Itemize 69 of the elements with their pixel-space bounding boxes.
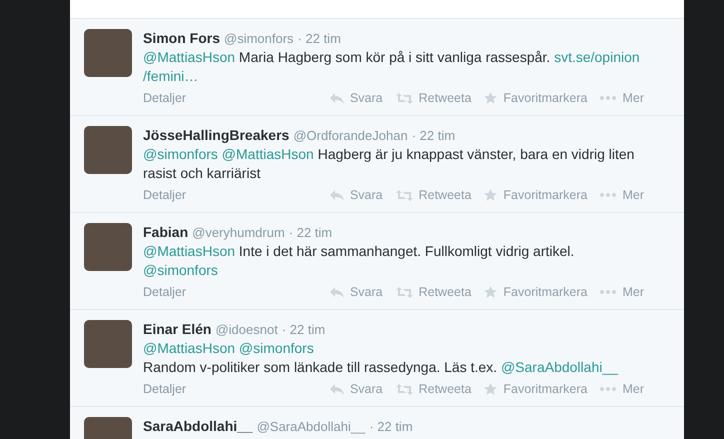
details-link[interactable]: Detaljer — [143, 282, 186, 302]
dots-icon — [600, 290, 616, 294]
mention-link[interactable]: @MattiasHson — [143, 49, 236, 65]
favorite-button[interactable]: Favoritmarkera — [484, 282, 588, 302]
reply-button[interactable]: Svara — [330, 186, 383, 204]
dots-icon — [600, 193, 616, 197]
tweet-time[interactable]: · 22 tim — [298, 29, 341, 48]
dots-icon — [600, 96, 616, 100]
mention-link[interactable]: @MattiasHson — [143, 243, 236, 259]
mention-link[interactable]: @simonfors — [238, 340, 314, 356]
star-icon — [484, 383, 498, 395]
reply-button[interactable]: Svara — [330, 88, 383, 108]
tweet-text: @MattiasHson Inte i det här sammanhanget. Fullkomligt vidrig artikel. @simonfors — [143, 242, 576, 280]
details-link[interactable]: Detaljer — [143, 186, 186, 204]
tweet-time[interactable]: · 22 tim — [369, 417, 413, 436]
star-icon — [484, 92, 498, 104]
user-handle: @veryhumdrum — [192, 224, 285, 242]
more-button[interactable]: Mer — [600, 186, 644, 204]
user-handle: @simonfors — [224, 30, 294, 48]
more-button[interactable]: Mer — [600, 88, 644, 108]
avatar-photo-placeholder[interactable] — [84, 320, 132, 368]
user-handle: @OrdforandeJohan — [293, 127, 408, 145]
user-name: Fabian — [143, 223, 188, 242]
reply-arrow-icon — [330, 286, 344, 298]
url-link[interactable]: /femini… — [143, 68, 198, 84]
retweet-button[interactable]: Retweeta — [396, 282, 472, 302]
details-link[interactable]: Detaljer — [143, 380, 186, 398]
user-name: SaraAbdollahi__ — [143, 417, 253, 436]
tweet-time[interactable]: · 22 tim — [282, 320, 326, 339]
retweet-arrows-icon — [396, 286, 413, 298]
avatar-photo-placeholder[interactable] — [84, 223, 132, 271]
mention-link[interactable]: @simonfors — [143, 146, 218, 162]
tweet-time[interactable]: · 22 tim — [288, 223, 332, 242]
reply-arrow-icon — [330, 190, 344, 200]
mention-link[interactable]: @simonfors — [143, 262, 218, 278]
user-handle: @SaraAbdollahi__ — [256, 418, 366, 436]
dots-icon — [600, 387, 616, 391]
reply-button[interactable]: Svara — [330, 380, 383, 398]
tweet-text: @simonfors @MattiasHson Hagberg är ju knappast vänster, bara en vidrig liten rasist och karriärist — [143, 145, 636, 183]
tweet-text: @MattiasHson Maria Hagberg som kör på i sitt vanliga rassespår. svt.se/opinion /femini… — [143, 48, 641, 86]
tweet-text: @MattiasHson @simonfors Random v-politiker som länkade till rassedynga. Läs t.ex. @SaraAbdollahi__ — [143, 339, 619, 377]
more-button[interactable]: Mer — [600, 282, 644, 302]
favorite-button[interactable]: Favoritmarkera — [484, 380, 588, 398]
user-name: Simon Fors — [143, 29, 220, 48]
mention-link[interactable]: @MattiasHson — [143, 340, 236, 356]
star-icon — [484, 189, 498, 201]
reply-button[interactable]: Svara — [330, 282, 383, 302]
url-link[interactable]: svt.se/opinion — [554, 49, 640, 65]
retweet-button[interactable]: Retweeta — [396, 186, 472, 204]
reply-arrow-icon — [330, 92, 344, 104]
favorite-button[interactable]: Favoritmarkera — [484, 88, 588, 108]
retweet-arrows-icon — [396, 384, 413, 394]
retweet-arrows-icon — [396, 92, 413, 104]
avatar-photo-placeholder[interactable] — [84, 126, 132, 174]
mention-link[interactable]: @MattiasHson — [222, 146, 314, 162]
user-handle: @idoesnot — [215, 321, 278, 339]
retweet-arrows-icon — [396, 190, 413, 200]
user-name: Einar Elén — [143, 320, 212, 339]
more-button[interactable]: Mer — [600, 380, 644, 398]
tweet-time[interactable]: · 22 tim — [412, 126, 456, 145]
reply-arrow-icon — [330, 384, 344, 394]
user-name: JösseHallingBreakers — [143, 126, 290, 145]
avatar-photo-placeholder[interactable] — [84, 29, 132, 77]
retweet-button[interactable]: Retweeta — [396, 380, 472, 398]
star-icon — [484, 286, 498, 298]
retweet-button[interactable]: Retweeta — [396, 88, 472, 108]
mention-link[interactable]: @SaraAbdollahi__ — [500, 359, 618, 375]
details-link[interactable]: Detaljer — [143, 88, 186, 108]
favorite-button[interactable]: Favoritmarkera — [484, 186, 588, 204]
